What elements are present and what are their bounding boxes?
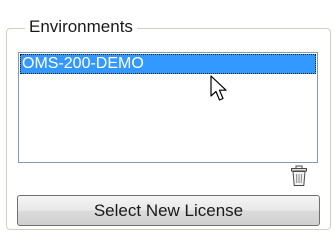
environments-group-title: Environments bbox=[25, 17, 137, 37]
environments-list[interactable]: OMS-200-DEMO bbox=[18, 52, 318, 163]
trash-icon[interactable] bbox=[290, 165, 308, 187]
environments-panel: Environments OMS-200-DEMO Select New Lic… bbox=[0, 0, 335, 240]
mouse-pointer-icon bbox=[210, 75, 227, 101]
list-item[interactable]: OMS-200-DEMO bbox=[20, 54, 316, 74]
select-new-license-button[interactable]: Select New License bbox=[17, 195, 320, 226]
